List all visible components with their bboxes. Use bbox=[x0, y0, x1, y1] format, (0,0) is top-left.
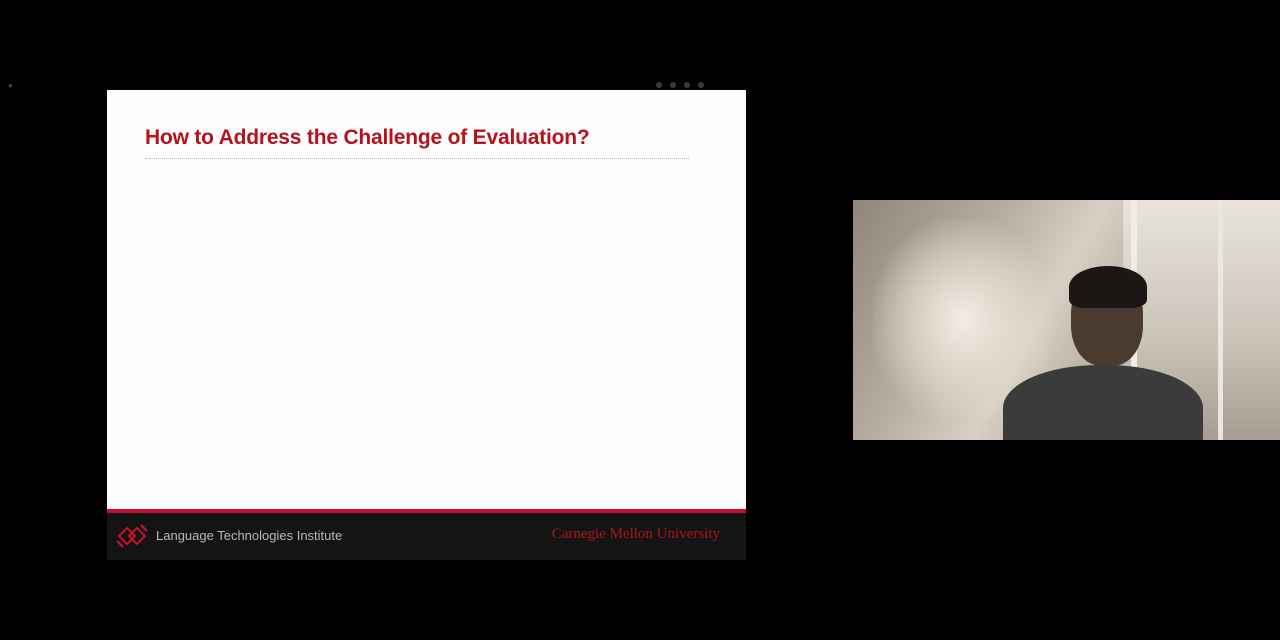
speaker-hair bbox=[1069, 266, 1147, 308]
webcam-window-frame bbox=[1218, 200, 1223, 440]
lti-logo-icon bbox=[116, 524, 148, 548]
apple-icon[interactable]: ● bbox=[8, 81, 13, 90]
status-icon[interactable] bbox=[656, 82, 662, 88]
slide-footer: Language Technologies Institute Carnegie… bbox=[107, 513, 746, 560]
status-icon[interactable] bbox=[698, 82, 704, 88]
webcam-video[interactable] bbox=[853, 200, 1280, 440]
title-divider bbox=[145, 158, 689, 159]
footer-institute-name: Language Technologies Institute bbox=[156, 528, 343, 543]
status-icon[interactable] bbox=[684, 82, 690, 88]
speaker-body bbox=[1003, 365, 1203, 440]
slide-title: How to Address the Challenge of Evaluati… bbox=[145, 126, 590, 149]
status-icon[interactable] bbox=[670, 82, 676, 88]
presentation-slide: How to Address the Challenge of Evaluati… bbox=[107, 90, 746, 560]
footer-university-name: Carnegie Mellon University bbox=[551, 526, 720, 542]
